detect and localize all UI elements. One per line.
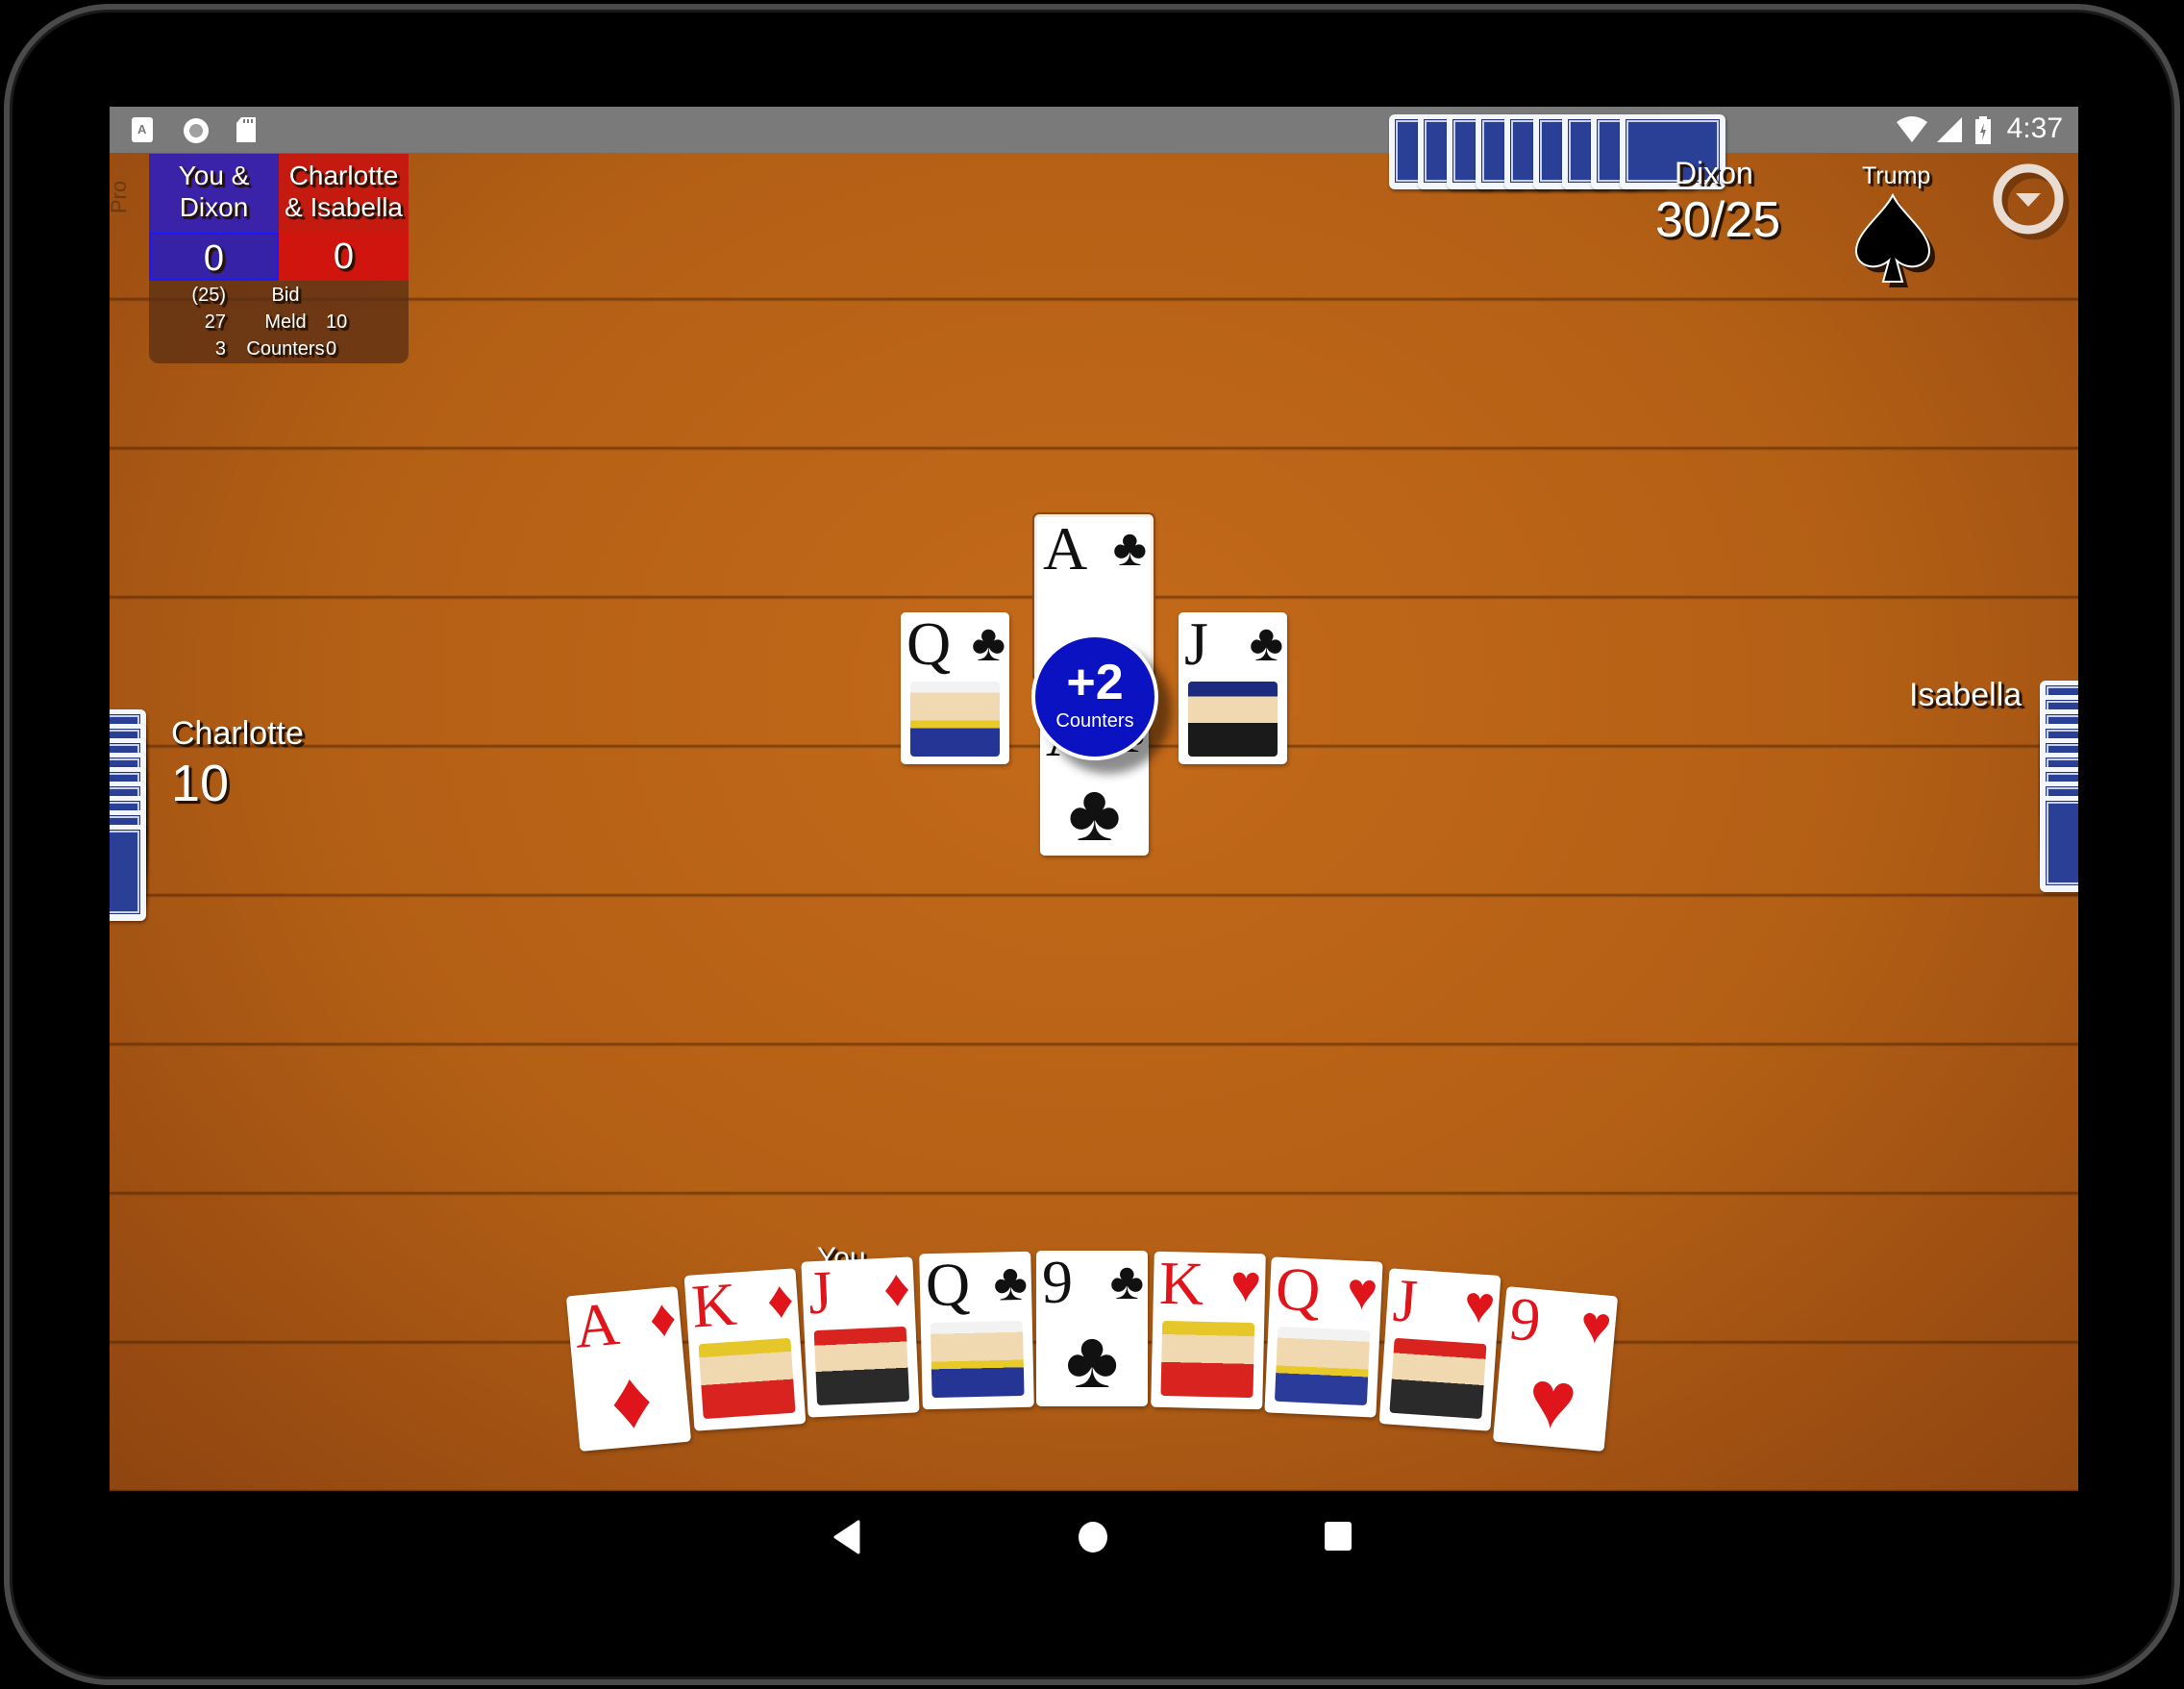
back-button[interactable] (832, 1520, 861, 1554)
team-a-score: 0 (149, 233, 279, 281)
dropdown-menu-icon (1993, 163, 2070, 240)
hand-card[interactable]: Q ♥ (1264, 1256, 1383, 1418)
club-icon: ♣ (971, 614, 1005, 672)
game-table: Pro You & Dixon Charlotte & Isabella 0 0… (110, 114, 2078, 1491)
club-icon: ♣ (1249, 614, 1283, 672)
suit-pip-icon: ♣ (1065, 1314, 1119, 1404)
device-screen: A 4:37 Pro You & Dixon Charlotte & Isabe… (110, 107, 2078, 1491)
court-portrait (1274, 1326, 1371, 1406)
suit-icon: ♥ (1345, 1262, 1379, 1322)
left-player-hand (110, 709, 148, 921)
suit-icon: ♦ (647, 1288, 680, 1349)
team-b-score: 0 (279, 233, 409, 281)
court-portrait (697, 1337, 796, 1420)
score-panel[interactable]: Pro You & Dixon Charlotte & Isabella 0 0… (110, 154, 409, 363)
card-back (110, 825, 146, 921)
hand-card[interactable]: Q ♣ (918, 1251, 1034, 1410)
navigation-bar (110, 1491, 2078, 1587)
team-b-name: Charlotte & Isabella (279, 154, 409, 233)
battery-charging-icon (1975, 116, 1991, 144)
left-player-name: Charlotte (171, 715, 304, 752)
card-back (2040, 796, 2078, 892)
hand-card[interactable]: A ♦ ♦ (565, 1286, 692, 1452)
club-pip-icon: ♣ (1067, 767, 1122, 856)
meld-row: 27 Meld 10 (204, 311, 348, 333)
hand-card[interactable]: J ♦ (801, 1256, 920, 1418)
top-player-score: 30/25 (1655, 192, 1781, 248)
home-button[interactable] (1077, 1520, 1109, 1554)
recents-button[interactable] (1323, 1520, 1353, 1552)
left-player-score: 10 (171, 755, 230, 812)
court-portrait (1388, 1337, 1487, 1420)
suit-icon: ♦ (764, 1270, 796, 1330)
team-a-name: You & Dixon (149, 154, 279, 233)
counters-row: 3 Counters 0 (214, 338, 337, 360)
trump-spade-icon (1854, 193, 1935, 287)
status-bar: A 4:37 (110, 107, 2078, 153)
difficulty-label: Pro (110, 180, 132, 214)
suit-pip-icon: ♦ (607, 1353, 657, 1447)
text-notification-icon: A (132, 117, 153, 142)
counters-badge: +2 Counters (1031, 633, 1158, 760)
wifi-icon (1897, 116, 1927, 142)
suit-icon: ♥ (1461, 1275, 1497, 1335)
court-portrait (1159, 1320, 1254, 1399)
suit-icon: ♣ (992, 1253, 1029, 1312)
jack-portrait (1188, 682, 1278, 757)
suit-pip-icon: ♥ (1525, 1352, 1581, 1447)
hand-card[interactable]: J ♥ (1378, 1268, 1501, 1431)
top-player-name: Dixon (1675, 156, 1753, 190)
suit-icon: ♦ (881, 1258, 912, 1318)
cell-signal-icon (1937, 117, 1962, 142)
suit-icon: ♥ (1577, 1295, 1614, 1355)
queen-portrait (910, 682, 1000, 757)
sd-card-icon (236, 117, 256, 142)
record-icon (184, 118, 209, 143)
menu-button[interactable] (1992, 162, 2070, 240)
clock: 4:37 (2006, 112, 2063, 144)
right-player-name: Isabella (1909, 677, 2023, 713)
court-portrait (813, 1326, 910, 1406)
hand-card[interactable]: K ♥ (1150, 1251, 1266, 1410)
svg-text:A: A (137, 122, 147, 137)
right-player-hand (2040, 681, 2078, 892)
trump-label: Trump (1862, 162, 1931, 189)
bid-row: (25) Bid (191, 285, 300, 306)
suit-icon: ♥ (1228, 1254, 1262, 1314)
trick-card-left: Q ♣ (901, 612, 1009, 764)
club-icon: ♣ (1112, 519, 1147, 577)
hand-card[interactable]: K ♦ (683, 1268, 806, 1431)
hand-card[interactable]: 9 ♥ ♥ (1492, 1286, 1619, 1452)
round-stats: (25) Bid 27 Meld 10 3 Counters 0 (149, 281, 409, 363)
suit-icon: ♣ (1109, 1253, 1144, 1310)
top-player-hand (1389, 114, 1725, 189)
hand-card[interactable]: 9 ♣ ♣ (1036, 1251, 1148, 1406)
trick-card-right: J ♣ (1179, 612, 1287, 764)
court-portrait (930, 1320, 1025, 1399)
